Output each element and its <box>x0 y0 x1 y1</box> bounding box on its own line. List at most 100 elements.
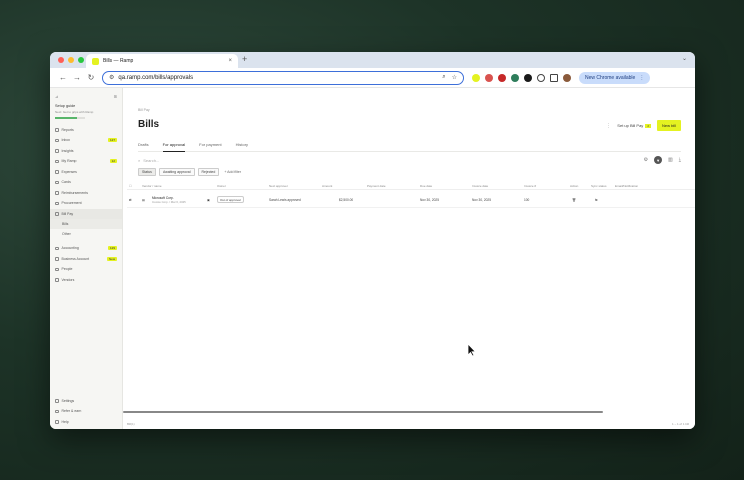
site-info-icon[interactable]: ⚙ <box>109 74 114 81</box>
sidebar-item-insights[interactable]: Insights <box>50 146 122 157</box>
setup-billpay-button[interactable]: Set up Bill Pay 2 <box>617 123 651 128</box>
column-header[interactable]: Vendor / name <box>142 182 162 189</box>
new-bill-button[interactable]: New bill <box>656 120 681 131</box>
column-header[interactable]: Owner <box>217 182 226 189</box>
column-header[interactable]: Due date <box>420 182 432 189</box>
breadcrumb[interactable]: Bill Pay <box>138 108 150 112</box>
sidebar: ⊿ ⊞ Setup guide Next: Get to grips with … <box>50 88 123 429</box>
sidebar-item-business-account[interactable]: Business Account New <box>50 254 122 265</box>
table-footer: Bill(1) 1 – 1 of 1 bill <box>127 422 689 426</box>
sidebar-item-procurement[interactable]: Procurement <box>50 198 122 209</box>
search-bar: ⌕ Search... ⚙ ▼ ▥ ⤓ <box>138 155 681 165</box>
sidebar-item-my-ramp[interactable]: My Ramp 12 <box>50 156 122 167</box>
extensions-area <box>472 73 571 82</box>
browser-tab[interactable]: Bills — Ramp × <box>86 54 238 68</box>
maximize-window-button[interactable] <box>78 57 84 63</box>
bill-count: Bill(1) <box>127 422 135 426</box>
profile-avatar[interactable] <box>563 73 571 82</box>
new-chrome-available-button[interactable]: New Chrome available ⋮ <box>579 71 651 84</box>
sidebar-item-settings[interactable]: Settings <box>50 396 122 407</box>
sidebar-item-label: Help <box>61 419 69 424</box>
sidebar-subitem-bills[interactable]: Bills <box>50 219 122 229</box>
sidebar-item-accounting[interactable]: Accounting 129 <box>50 243 122 254</box>
filter-icon[interactable]: ▼ <box>654 156 663 164</box>
window-controls <box>58 57 84 63</box>
rejected-filter-chip[interactable]: Rejected <box>197 168 220 176</box>
horizontal-scrollbar[interactable] <box>123 411 603 413</box>
column-header[interactable]: Payment date <box>367 182 386 189</box>
setup-guide-subtitle: Next: Get to grips with Ramp <box>55 110 94 114</box>
sidebar-item-label: Insights <box>61 148 74 153</box>
collapse-sidebar-icon[interactable]: ⊞ <box>114 94 117 99</box>
sidebar-item-cards[interactable]: Cards <box>50 177 122 188</box>
column-header[interactable]: Action <box>570 182 578 189</box>
trash-icon[interactable]: 🗑 <box>572 192 576 207</box>
search-input[interactable]: Search... <box>143 158 643 163</box>
table-row[interactable]: ⇄ ▤ Microsoft Corp. Invoice Corp. / Mar … <box>127 192 695 208</box>
back-button[interactable]: ← <box>56 73 70 82</box>
side-panel-icon[interactable] <box>550 73 558 82</box>
close-window-button[interactable] <box>58 57 64 63</box>
select-all-checkbox[interactable]: ☐ <box>129 182 132 189</box>
add-filter-button[interactable]: + Add filter <box>224 170 241 174</box>
column-header[interactable]: Invoice date <box>472 182 488 189</box>
ramp-logo[interactable]: ⊿ <box>55 94 58 99</box>
status-cell: Out of approval <box>217 192 244 207</box>
forward-button[interactable]: → <box>70 73 84 82</box>
sidebar-item-people[interactable]: People <box>50 264 122 275</box>
column-header[interactable]: Amount <box>322 182 332 189</box>
tab-close-icon[interactable]: × <box>228 58 232 64</box>
sidebar-item-bill-pay[interactable]: Bill Pay <box>50 208 122 219</box>
sidebar-item-reimbursements[interactable]: Reimbursements <box>50 188 122 199</box>
column-header[interactable]: Invoice # <box>524 182 536 189</box>
sidebar-subitem-other[interactable]: Other <box>50 229 122 239</box>
column-header[interactable]: Next approver <box>269 182 288 189</box>
table-tools: ⚙ ▼ ▥ ⤓ <box>644 156 681 164</box>
puzzle-extensions-icon[interactable] <box>537 73 545 82</box>
owner-avatar: ▣ <box>207 197 211 202</box>
nav-icon <box>55 180 59 184</box>
sidebar-item-label: Expenses <box>61 169 77 174</box>
bookmark-star-icon[interactable]: ☆ <box>452 74 457 81</box>
column-header[interactable]: Email/Notification <box>615 182 638 189</box>
minimize-window-button[interactable] <box>68 57 74 63</box>
address-bar[interactable]: ⚙ qa.ramp.com/bills/approvals ⌕ ☆ <box>102 70 464 85</box>
columns-icon[interactable]: ▥ <box>668 157 673 163</box>
row-expand-icon[interactable]: ⇄ <box>129 192 132 207</box>
new-tab-button[interactable]: + <box>242 54 247 64</box>
invoice-number: 100 <box>524 197 530 202</box>
more-options-icon[interactable]: ⋮ <box>606 123 611 129</box>
tab-for-approval[interactable]: For approval <box>162 142 186 152</box>
sidebar-item-help[interactable]: Help <box>50 417 122 428</box>
zoom-icon[interactable]: ⌕ <box>442 74 445 81</box>
sidebar-item-vendors[interactable]: Vendors <box>50 275 122 286</box>
extension-icon[interactable] <box>524 73 532 82</box>
download-icon[interactable]: ⤓ <box>679 157 681 163</box>
chrome-menu-icon[interactable]: ⋮ <box>639 75 644 81</box>
sidebar-item-reports[interactable]: Reports <box>50 125 122 136</box>
browser-window: Bills — Ramp × + ⌄ ← → ↻ ⚙ qa.ramp.com/b… <box>50 52 695 429</box>
gift-icon <box>55 409 59 413</box>
tab-title: Bills — Ramp <box>103 58 134 64</box>
status-filter-chip[interactable]: Status <box>138 168 156 176</box>
tab-strip: Bills — Ramp × + ⌄ <box>50 52 695 68</box>
filter-chips: Status Awaiting approval Rejected + Add … <box>138 168 241 176</box>
extension-icon[interactable] <box>498 73 506 82</box>
sidebar-item-refer[interactable]: Refer & earn <box>50 406 122 417</box>
reload-button[interactable]: ↻ <box>84 73 98 82</box>
tab-history[interactable]: History <box>236 142 248 152</box>
sidebar-item-inbox[interactable]: Inbox 127 <box>50 135 122 146</box>
tab-drafts[interactable]: Drafts <box>138 142 149 152</box>
tab-for-payment[interactable]: For payment <box>199 142 221 152</box>
tab-search-button[interactable]: ⌄ <box>682 55 687 62</box>
next-approver: Sarah Lewis approved <box>269 197 301 202</box>
sidebar-item-expenses[interactable]: Expenses <box>50 167 122 178</box>
ramp-extension-icon[interactable] <box>472 73 480 82</box>
setup-guide[interactable]: Setup guide Next: Get to grips with Ramp <box>50 102 122 121</box>
awaiting-approval-filter-chip[interactable]: Awaiting approval <box>158 168 195 176</box>
settings-icon[interactable]: ⚙ <box>644 157 648 163</box>
extension-icon[interactable] <box>511 73 519 82</box>
new-chrome-label: New Chrome available <box>585 74 636 81</box>
column-header[interactable]: Sync status <box>591 182 607 189</box>
extension-icon[interactable] <box>485 73 493 82</box>
